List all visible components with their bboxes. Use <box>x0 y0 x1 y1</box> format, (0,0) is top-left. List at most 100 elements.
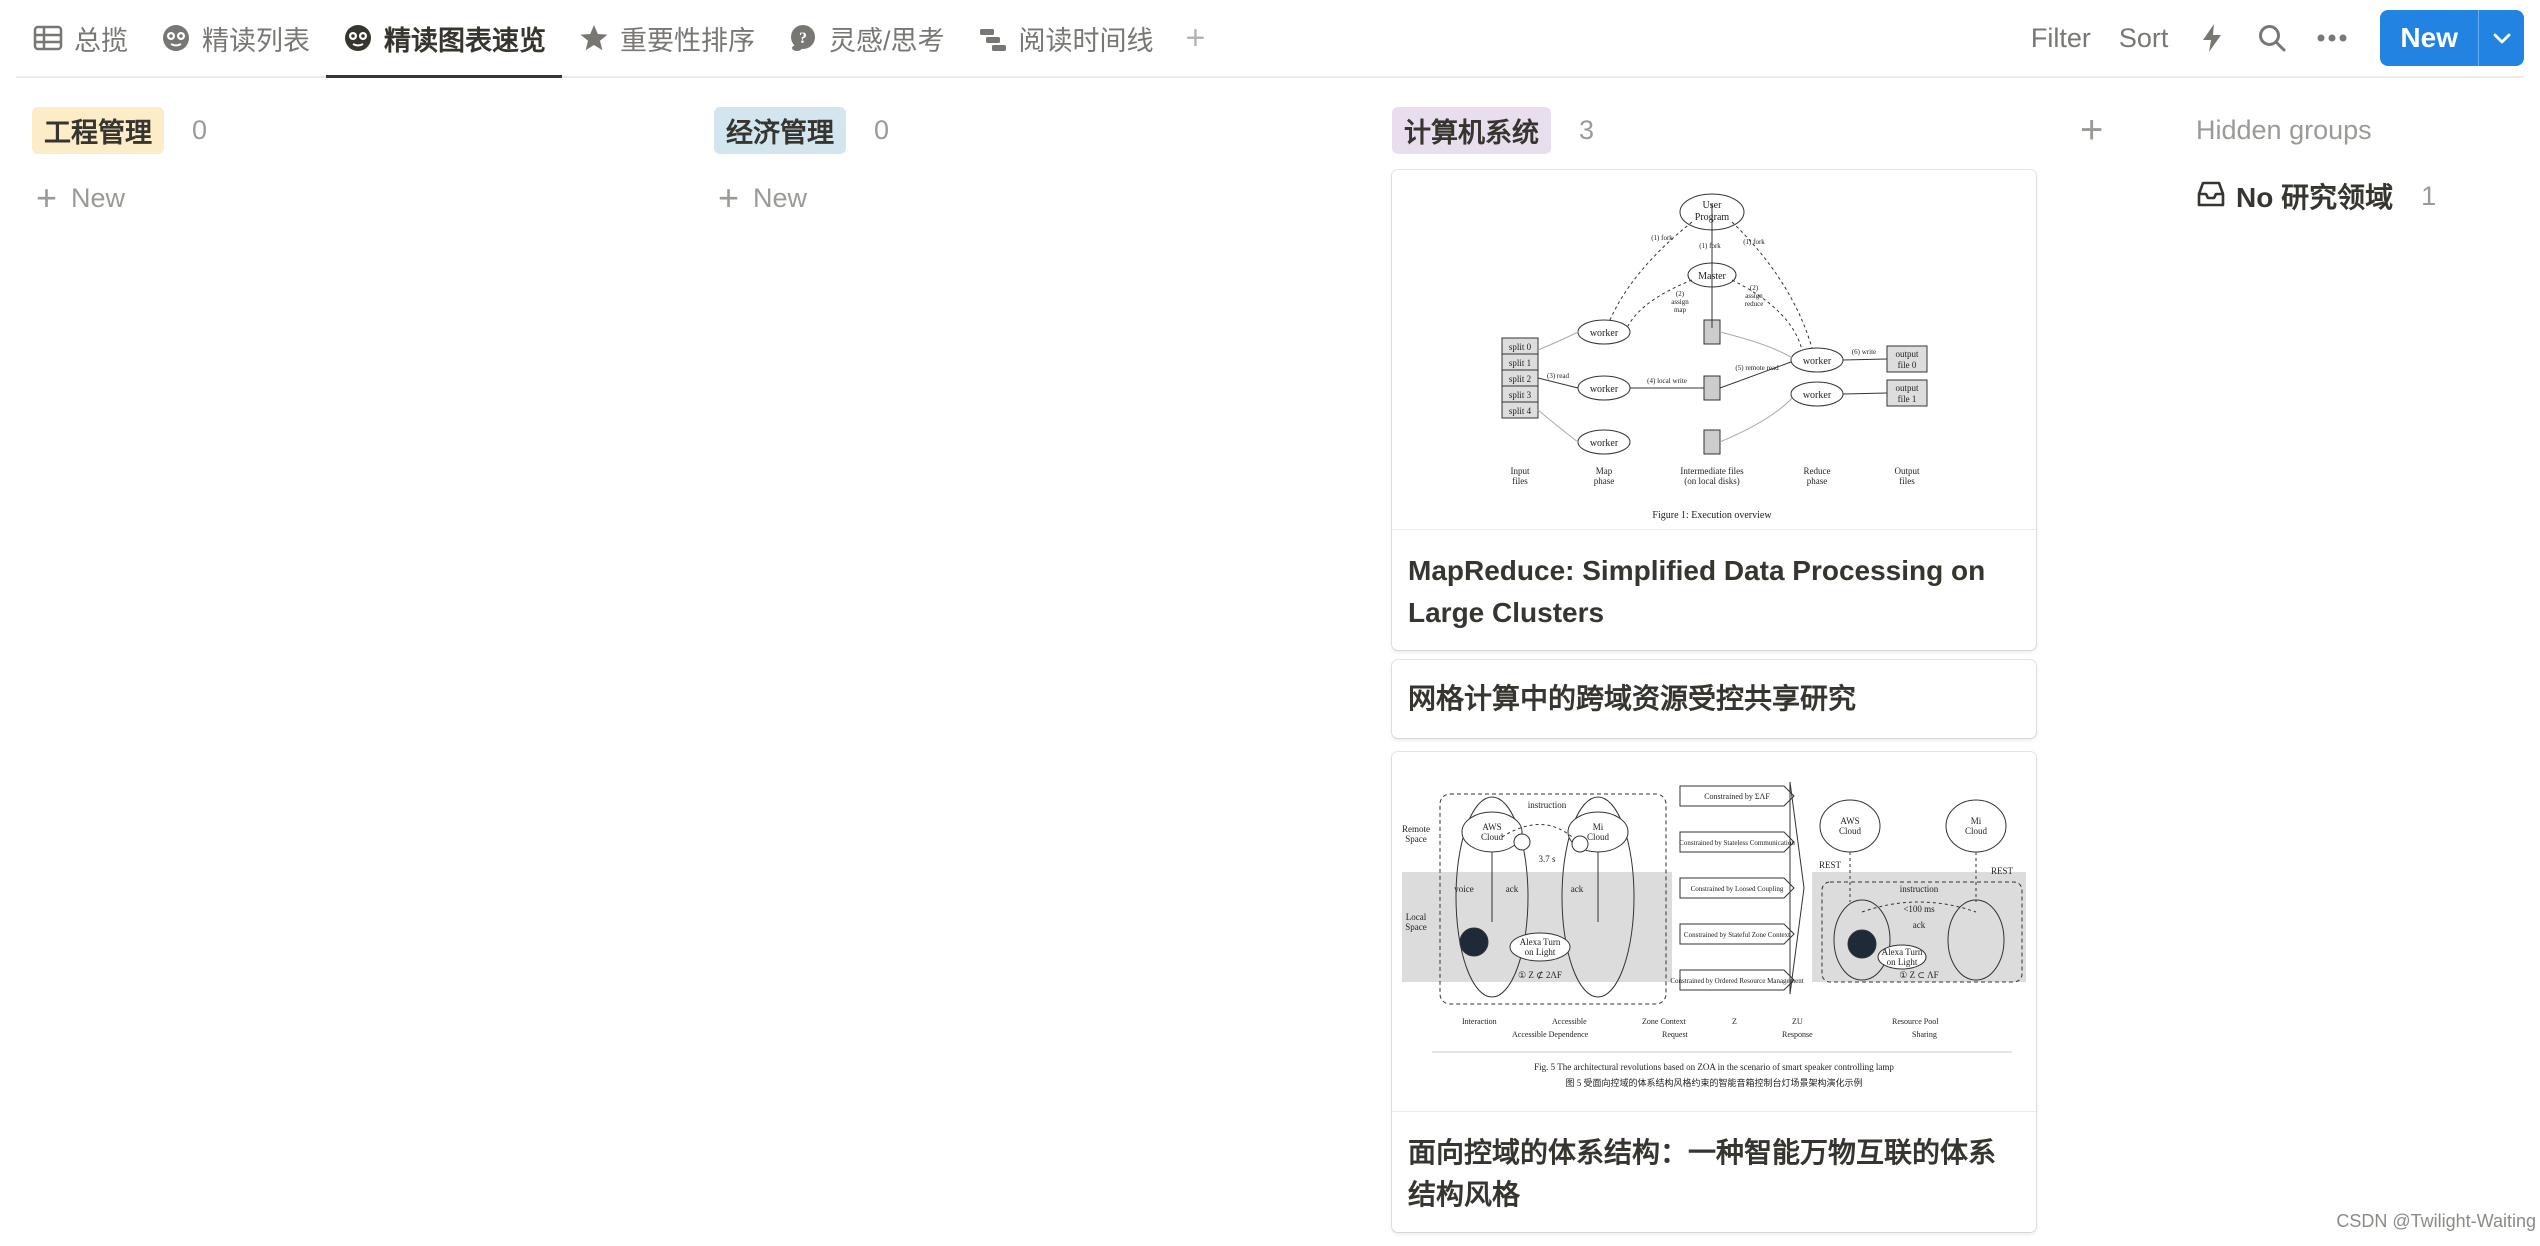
column-header[interactable]: 经济管理 0 <box>714 106 1354 154</box>
svg-text:(1) fork: (1) fork <box>1743 238 1765 246</box>
new-button[interactable]: New <box>2380 10 2478 66</box>
tab-label: 重要性排序 <box>620 25 755 56</box>
filter-button[interactable]: Filter <box>2017 23 2105 54</box>
svg-text:(1) fork: (1) fork <box>1699 242 1721 250</box>
svg-text:reduce: reduce <box>1745 300 1764 308</box>
sort-button[interactable]: Sort <box>2105 23 2183 54</box>
tab-inspiration[interactable]: ? 灵感/思考 <box>771 0 961 76</box>
add-group-button[interactable]: + <box>2080 108 2103 153</box>
svg-text:Alexa Turn: Alexa Turn <box>1882 947 1923 957</box>
svg-text:phase: phase <box>1807 476 1828 486</box>
board-card[interactable]: 网格计算中的跨域资源受控共享研究 <box>1392 660 2036 738</box>
svg-text:① Z ⊄ 2ΛF: ① Z ⊄ 2ΛF <box>1518 970 1562 980</box>
group-name: 工程管理 <box>32 106 164 154</box>
svg-text:split 4: split 4 <box>1509 406 1532 416</box>
search-icon[interactable] <box>2242 23 2302 53</box>
svg-text:Accessible Dependence: Accessible Dependence <box>1512 1030 1589 1039</box>
svg-text:(5) remote read: (5) remote read <box>1735 364 1779 372</box>
board-column-engineering: 工程管理 0 + New <box>32 106 672 218</box>
svg-text:3.7 s: 3.7 s <box>1538 854 1556 864</box>
svg-text:(2): (2) <box>1676 290 1685 298</box>
svg-text:worker: worker <box>1590 384 1619 395</box>
group-count: 0 <box>874 114 890 145</box>
svg-text:Program: Program <box>1695 212 1730 223</box>
card-cover-image: Remote Space Local Space AWS Cloud Mi Cl… <box>1392 752 2036 1112</box>
svg-text:Space: Space <box>1405 922 1427 932</box>
svg-text:AWS: AWS <box>1482 822 1501 832</box>
svg-text:Zone Context: Zone Context <box>1642 1017 1687 1026</box>
star-icon <box>578 22 610 54</box>
mapreduce-figure: User Program Master worker worker worker… <box>1501 193 1928 521</box>
svg-text:worker: worker <box>1590 438 1619 449</box>
board-card[interactable]: User Program Master worker worker worker… <box>1392 170 2036 650</box>
svg-text:Space: Space <box>1405 834 1427 844</box>
zoa-architecture-figure: Remote Space Local Space AWS Cloud Mi Cl… <box>1402 781 2026 1088</box>
svg-text:split 2: split 2 <box>1509 374 1531 384</box>
timeline-icon <box>977 22 1009 54</box>
plus-icon: + <box>718 177 740 218</box>
svg-text:AWS: AWS <box>1840 816 1859 826</box>
view-tab-bar: 总揽 精读列表 精读图表速览 重要性排序 ? 灵感/思考 阅读时间线 + Fil… <box>16 0 2524 78</box>
tab-label: 灵感/思考 <box>829 25 945 56</box>
svg-text:ZU: ZU <box>1792 1017 1803 1026</box>
svg-text:Map: Map <box>1596 466 1613 476</box>
board-column-economics: 经济管理 0 + New <box>714 106 1354 218</box>
svg-text:Resource Pool: Resource Pool <box>1892 1017 1939 1026</box>
tab-timeline[interactable]: 阅读时间线 <box>961 0 1170 76</box>
tab-overview[interactable]: 总揽 <box>16 0 144 76</box>
svg-text:voice: voice <box>1454 884 1474 894</box>
svg-text:file 1: file 1 <box>1898 394 1917 404</box>
chevron-down-icon[interactable] <box>2478 10 2524 66</box>
svg-text:Constrained by Ordered Resourc: Constrained by Ordered Resource Manageme… <box>1670 977 1803 985</box>
add-view-button[interactable]: + <box>1170 19 1222 58</box>
svg-text:on Light: on Light <box>1887 957 1918 967</box>
new-card-button[interactable]: + New <box>32 178 672 218</box>
svg-text:Constrained by Stateful Zone C: Constrained by Stateful Zone Context <box>1684 931 1790 939</box>
svg-text:assign: assign <box>1671 298 1689 306</box>
svg-text:map: map <box>1674 306 1687 314</box>
board-card[interactable]: Remote Space Local Space AWS Cloud Mi Cl… <box>1392 752 2036 1232</box>
new-card-label: New <box>753 182 808 213</box>
card-cover-image: User Program Master worker worker worker… <box>1392 170 2036 530</box>
new-card-label: New <box>71 182 126 213</box>
figure-caption: Figure 1: Execution overview <box>1652 510 1772 521</box>
svg-text:(on local disks): (on local disks) <box>1684 476 1740 486</box>
svg-text:(2): (2) <box>1750 284 1759 292</box>
svg-text:REST: REST <box>1819 860 1842 870</box>
hidden-groups-title: Hidden groups <box>2196 114 2372 145</box>
column-header[interactable]: 计算机系统 3 <box>1392 106 2042 154</box>
more-icon[interactable] <box>2302 33 2362 43</box>
column-header[interactable]: 工程管理 0 <box>32 106 672 154</box>
svg-text:(3) read: (3) read <box>1547 372 1569 380</box>
svg-text:?: ? <box>799 30 807 47</box>
svg-text:split 3: split 3 <box>1509 390 1532 400</box>
board-column-computer-systems: 计算机系统 3 User Program Master worker worke… <box>1392 106 2042 1232</box>
tab-chart-overview[interactable]: 精读图表速览 <box>326 0 562 78</box>
svg-text:Mi: Mi <box>1971 816 1982 826</box>
svg-text:Output: Output <box>1894 466 1920 476</box>
tab-importance[interactable]: 重要性排序 <box>562 0 771 76</box>
svg-text:(1) fork: (1) fork <box>1651 234 1673 242</box>
svg-text:phase: phase <box>1594 476 1615 486</box>
svg-text:Local: Local <box>1406 912 1427 922</box>
svg-text:output: output <box>1895 383 1919 393</box>
tab-label: 精读图表速览 <box>384 25 546 56</box>
board-view: 总揽 精读列表 精读图表速览 重要性排序 ? 灵感/思考 阅读时间线 + Fil… <box>0 0 2540 1246</box>
svg-text:worker: worker <box>1803 356 1832 367</box>
svg-text:Cloud: Cloud <box>1481 832 1504 842</box>
svg-text:output: output <box>1895 349 1919 359</box>
svg-text:instruction: instruction <box>1528 800 1567 810</box>
tab-label: 精读列表 <box>202 25 310 56</box>
nerd-face-icon <box>160 22 192 54</box>
hidden-group-item[interactable]: No 研究领域 1 <box>2196 174 2516 218</box>
svg-text:<100 ms: <100 ms <box>1903 904 1935 914</box>
inbox-icon <box>2196 179 2226 214</box>
svg-text:ack: ack <box>1506 884 1519 894</box>
svg-text:Cloud: Cloud <box>1965 826 1988 836</box>
tab-reading-list[interactable]: 精读列表 <box>144 0 326 76</box>
lightning-icon[interactable] <box>2182 23 2242 53</box>
view-tabs: 总揽 精读列表 精读图表速览 重要性排序 ? 灵感/思考 阅读时间线 + <box>16 0 1222 78</box>
new-card-button[interactable]: + New <box>714 178 1354 218</box>
svg-text:split 0: split 0 <box>1509 342 1532 352</box>
hidden-group-count: 1 <box>2421 180 2437 211</box>
